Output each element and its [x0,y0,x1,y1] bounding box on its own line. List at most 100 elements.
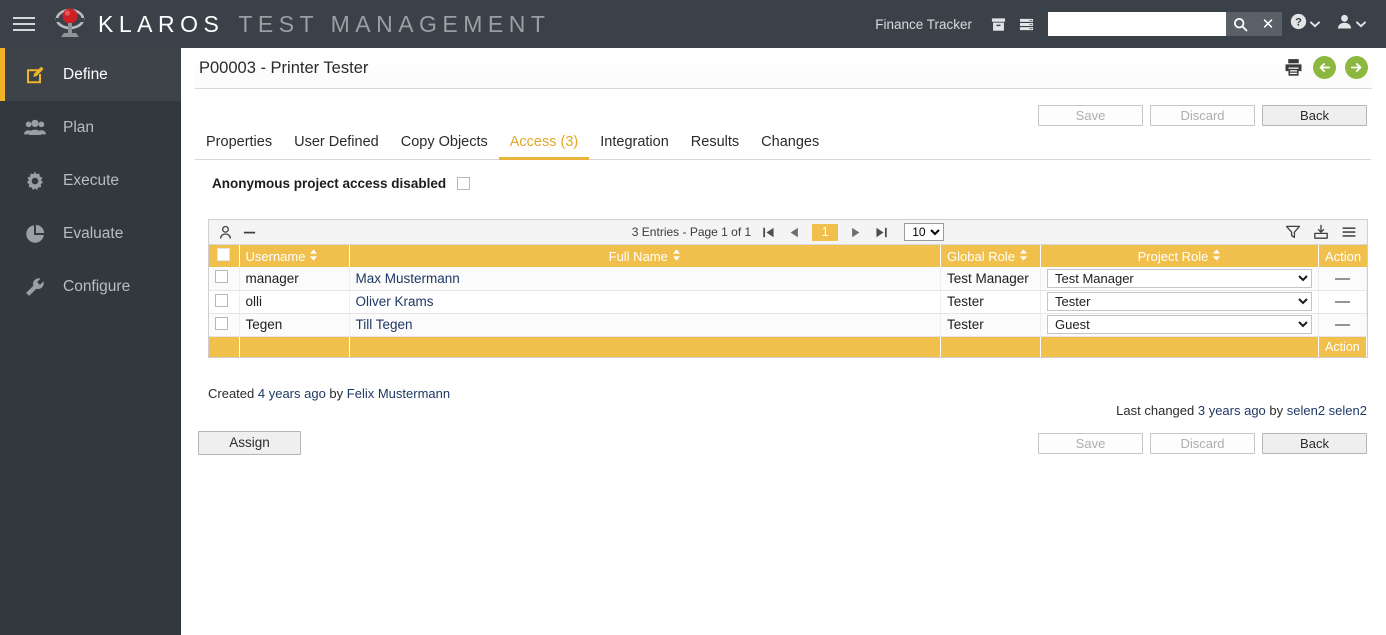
chevron-down-icon [1310,15,1320,33]
select-all-checkbox[interactable] [217,248,230,261]
tab-changes[interactable]: Changes [750,134,830,160]
full-name-link[interactable]: Max Mustermann [356,271,460,286]
bottom-action-buttons: Save Discard Back [1038,433,1367,454]
full-name-link[interactable]: Till Tegen [356,317,413,332]
table-row[interactable]: olli Oliver Krams Tester Tester — [209,290,1367,313]
tab-integration[interactable]: Integration [589,134,680,160]
cell-username: manager [239,267,349,290]
row-checkbox[interactable] [215,317,228,330]
footer-cell-full-name [349,336,941,357]
anonymous-access-checkbox[interactable] [457,177,470,190]
cell-global-role: Test Manager [941,267,1041,290]
page-next-icon[interactable] [847,224,864,241]
list-menu-icon[interactable] [1341,224,1357,240]
toolbar-right-actions [1285,224,1367,240]
tab-properties[interactable]: Properties [195,134,283,160]
close-icon[interactable]: ✕ [1254,12,1282,36]
col-project-role[interactable]: Project Role [1041,245,1319,267]
created-by-label: by [326,386,347,401]
col-username[interactable]: Username [239,245,349,267]
sidebar-item-define[interactable]: Define [0,48,181,101]
sidebar-item-evaluate[interactable]: Evaluate [0,207,181,260]
cell-full-name[interactable]: Oliver Krams [349,290,941,313]
back-button-top[interactable]: Back [1262,105,1367,126]
help-menu[interactable]: ? [1282,0,1328,48]
tab-copy-objects[interactable]: Copy Objects [390,134,499,160]
col-action: Action [1319,245,1367,267]
tracker-label[interactable]: Finance Tracker [875,17,972,32]
arrow-right-circle-icon[interactable] [1345,56,1368,79]
page-first-icon[interactable] [760,224,777,241]
row-checkbox-cell[interactable] [209,313,239,336]
cell-project-role[interactable]: Tester [1041,290,1319,313]
col-global-role-label: Global Role [947,249,1015,264]
col-select-all[interactable] [209,245,239,267]
changed-by[interactable]: selen2 selen2 [1287,403,1367,418]
anonymous-access-label: Anonymous project access disabled [212,176,446,191]
project-role-select[interactable]: Tester [1047,292,1312,311]
minus-icon[interactable]: — [1325,293,1360,310]
created-when[interactable]: 4 years ago [258,386,326,401]
cell-full-name[interactable]: Till Tegen [349,313,941,336]
back-button-bottom[interactable]: Back [1262,433,1367,454]
save-button-top[interactable]: Save [1038,105,1143,126]
save-button-bottom[interactable]: Save [1038,433,1143,454]
page-size-select[interactable]: 10 [904,223,944,241]
user-menu[interactable] [1328,0,1374,48]
sort-icon [1019,249,1028,264]
row-checkbox[interactable] [215,294,228,307]
row-checkbox-cell[interactable] [209,267,239,290]
pie-chart-icon [23,224,47,244]
footer-cell-select [209,336,239,357]
full-name-link[interactable]: Oliver Krams [356,294,434,309]
cell-project-role[interactable]: Guest [1041,313,1319,336]
minus-icon[interactable] [242,225,257,240]
cell-full-name[interactable]: Max Mustermann [349,267,941,290]
cell-action[interactable]: — [1319,267,1367,290]
page-last-icon[interactable] [873,224,890,241]
tab-user-defined[interactable]: User Defined [283,134,390,160]
row-checkbox-cell[interactable] [209,290,239,313]
archive-icon[interactable] [984,0,1012,48]
table-row[interactable]: Tegen Till Tegen Tester Guest — [209,313,1367,336]
col-full-name[interactable]: Full Name [349,245,941,267]
search-input[interactable] [1048,12,1226,36]
changed-when[interactable]: 3 years ago [1198,403,1266,418]
database-icon[interactable] [1012,0,1040,48]
project-role-select[interactable]: Test Manager [1047,269,1312,288]
person-icon[interactable] [218,225,233,240]
export-icon[interactable] [1313,224,1329,240]
filter-icon[interactable] [1285,224,1301,240]
project-role-select[interactable]: Guest [1047,315,1312,334]
klaros-logo-icon[interactable] [48,0,92,48]
discard-button-bottom[interactable]: Discard [1150,433,1255,454]
entries-count: 3 Entries - Page 1 of 1 [632,225,751,239]
cell-action[interactable]: — [1319,313,1367,336]
sidebar-item-execute[interactable]: Execute [0,154,181,207]
sidebar-item-plan[interactable]: Plan [0,101,181,154]
search-icon[interactable] [1226,12,1254,36]
col-global-role[interactable]: Global Role [941,245,1041,267]
page-prev-icon[interactable] [786,224,803,241]
assign-button[interactable]: Assign [198,431,301,455]
row-checkbox[interactable] [215,270,228,283]
cell-action[interactable]: — [1319,290,1367,313]
hamburger-icon[interactable] [0,0,48,48]
cell-project-role[interactable]: Test Manager [1041,267,1319,290]
arrow-left-circle-icon[interactable] [1313,56,1336,79]
brand-title: KLAROS TEST MANAGEMENT [98,11,550,38]
tab-results[interactable]: Results [680,134,750,160]
tab-access[interactable]: Access (3) [499,134,590,160]
sidebar-item-configure[interactable]: Configure [0,260,181,313]
table-row[interactable]: manager Max Mustermann Test Manager Test… [209,267,1367,290]
col-action-label: Action [1325,249,1361,264]
gear-icon [23,171,47,191]
page-number-1[interactable]: 1 [812,224,838,241]
minus-icon[interactable]: — [1325,270,1360,287]
minus-icon[interactable]: — [1325,316,1360,333]
created-by[interactable]: Felix Mustermann [347,386,450,401]
printer-icon[interactable] [1283,57,1304,78]
edit-icon [23,65,47,85]
discard-button-top[interactable]: Discard [1150,105,1255,126]
changed-meta: Last changed 3 years ago by selen2 selen… [1116,403,1367,418]
